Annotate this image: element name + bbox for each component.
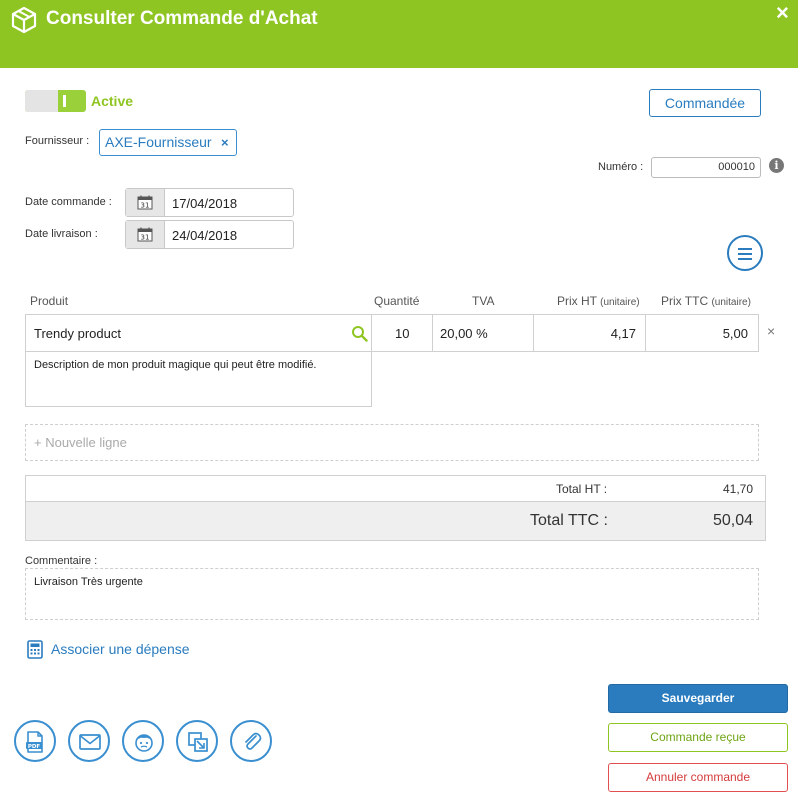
price-ht-note: (unitaire): [600, 297, 640, 308]
col-header-price-ttc: Prix TTC (unitaire): [661, 294, 751, 308]
menu-line: [738, 258, 752, 260]
add-line-button[interactable]: + Nouvelle ligne: [25, 424, 759, 461]
calculator-icon: [27, 640, 43, 659]
order-date-field[interactable]: 31 17/04/2018: [125, 188, 294, 217]
totals-box: Total HT : 41,70 Total TTC : 50,04: [25, 475, 766, 541]
delivery-date-field[interactable]: 31 24/04/2018: [125, 220, 294, 249]
total-ht-row: Total HT : 41,70: [26, 476, 765, 502]
comment-label: Commentaire :: [25, 555, 98, 567]
order-state-button[interactable]: Commandée: [649, 89, 761, 117]
package-icon: [11, 6, 37, 34]
attachment-button[interactable]: [230, 720, 272, 762]
total-ht-value: 41,70: [722, 482, 753, 496]
search-icon[interactable]: [351, 325, 368, 342]
mail-icon: [79, 734, 101, 750]
col-header-price-ht: Prix HT (unitaire): [557, 294, 640, 308]
total-ttc-label: Total TTC :: [530, 512, 608, 529]
price-ttc-value: 5,00: [722, 326, 748, 341]
pdf-button[interactable]: PDF: [14, 720, 56, 762]
menu-line: [738, 248, 752, 250]
price-ht-label: Prix HT: [557, 294, 597, 308]
contact-button[interactable]: [122, 720, 164, 762]
price-ttc-input[interactable]: 5,00: [645, 314, 759, 352]
toggle-track-off: [25, 90, 58, 112]
calendar-icon: 31: [137, 195, 153, 210]
paperclip-icon: [245, 732, 262, 750]
price-ht-value: 4,17: [610, 326, 636, 341]
duplicate-button[interactable]: [176, 720, 218, 762]
tva-select[interactable]: 20,00 %: [432, 314, 534, 352]
order-date-value: 17/04/2018: [172, 196, 238, 211]
numero-label: Numéro :: [598, 161, 644, 173]
supplier-label: Fournisseur :: [25, 135, 90, 147]
col-header-product: Produit: [30, 294, 69, 308]
face-icon: [135, 734, 153, 752]
product-description-field[interactable]: Description de mon produit magique qui p…: [25, 351, 372, 407]
quantity-input[interactable]: 10: [371, 314, 433, 352]
menu-line: [738, 253, 752, 255]
numero-field[interactable]: 000010: [651, 157, 761, 178]
total-ht-label: Total HT :: [556, 482, 608, 496]
comment-textarea[interactable]: Livraison Très urgente: [25, 568, 759, 620]
delivery-date-label: Date livraison :: [25, 228, 98, 240]
col-header-quantity: Quantité: [374, 294, 420, 308]
col-header-tva: TVA: [472, 294, 495, 308]
price-ht-input[interactable]: 4,17: [533, 314, 646, 352]
order-received-button[interactable]: Commande reçue: [608, 723, 788, 752]
active-toggle[interactable]: [25, 90, 86, 112]
order-date-calendar[interactable]: 31: [126, 189, 165, 216]
close-icon[interactable]: ×: [776, 0, 789, 26]
pdf-icon-label: PDF: [28, 744, 41, 750]
price-ttc-label: Prix TTC: [661, 294, 709, 308]
calendar-day: 31: [141, 234, 150, 242]
total-ttc-row: Total TTC : 50,04: [26, 502, 765, 540]
modal-title: Consulter Commande d'Achat: [46, 8, 318, 29]
delivery-date-calendar[interactable]: 31: [126, 221, 165, 248]
calendar-icon: 31: [137, 227, 153, 242]
order-date-label: Date commande :: [25, 196, 112, 208]
associate-expense-label: Associer une dépense: [51, 641, 190, 657]
supplier-tag[interactable]: AXE-Fournisseur ×: [99, 129, 237, 156]
product-name: Trendy product: [34, 326, 121, 341]
toggle-thumb: [63, 95, 66, 107]
duplicate-icon: [188, 732, 208, 752]
menu-icon[interactable]: [727, 235, 763, 271]
delivery-date-value: 24/04/2018: [172, 228, 238, 243]
email-button[interactable]: [68, 720, 110, 762]
supplier-name: AXE-Fournisseur: [105, 134, 212, 150]
info-icon[interactable]: i: [769, 158, 784, 173]
remove-row-icon[interactable]: ×: [767, 323, 775, 339]
tva-value: 20,00 %: [440, 326, 488, 341]
quantity-value: 10: [395, 326, 410, 341]
price-ttc-note: (unitaire): [711, 297, 751, 308]
active-label: Active: [91, 93, 134, 109]
total-ttc-value: 50,04: [712, 512, 753, 529]
cancel-order-button[interactable]: Annuler commande: [608, 763, 788, 792]
modal-header: Consulter Commande d'Achat ×: [0, 0, 798, 68]
remove-supplier-icon[interactable]: ×: [221, 130, 229, 155]
pdf-icon: PDF: [26, 731, 43, 753]
product-input[interactable]: Trendy product: [25, 314, 372, 352]
save-button[interactable]: Sauvegarder: [608, 684, 788, 713]
calendar-day: 31: [141, 202, 150, 210]
